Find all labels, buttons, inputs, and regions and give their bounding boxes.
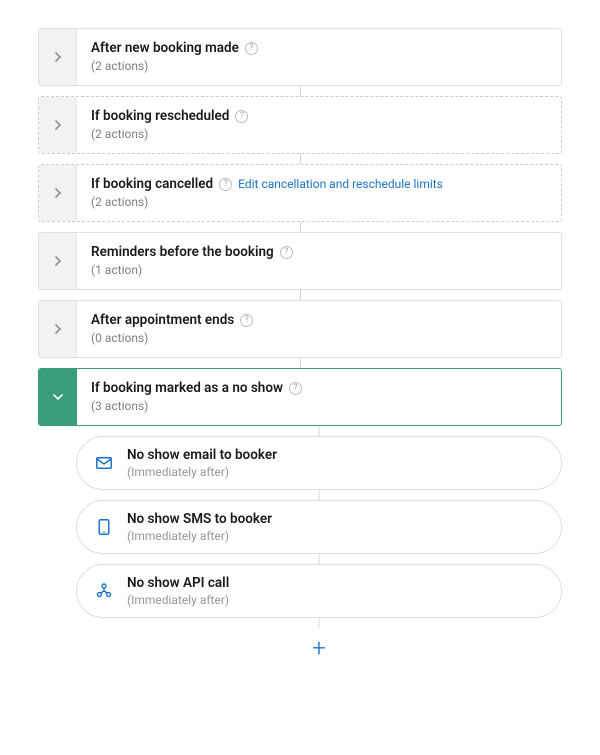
section-no-show[interactable]: If booking marked as a no show ? (3 acti…: [38, 368, 562, 426]
chevron-right-icon: [54, 52, 62, 62]
section-body: If booking cancelled ? Edit cancellation…: [77, 165, 561, 221]
section-title: If booking marked as a no show: [91, 380, 283, 396]
help-icon[interactable]: ?: [235, 110, 248, 123]
help-icon[interactable]: ?: [289, 382, 302, 395]
section-rescheduled[interactable]: If booking rescheduled ? (2 actions): [38, 96, 562, 154]
plus-icon: +: [312, 634, 326, 662]
section-subtitle: (1 action): [91, 263, 547, 277]
connector-line: [300, 86, 301, 96]
action-subtitle: (Immediately after): [127, 465, 277, 479]
action-title: No show API call: [127, 575, 229, 591]
section-title: After appointment ends: [91, 312, 234, 328]
connector-line: [319, 618, 320, 628]
email-icon: [95, 457, 113, 469]
section-title: If booking rescheduled: [91, 108, 229, 124]
help-icon[interactable]: ?: [245, 42, 258, 55]
section-subtitle: (2 actions): [91, 195, 547, 209]
action-title: No show email to booker: [127, 447, 277, 463]
section-title: If booking cancelled: [91, 176, 213, 192]
section-title: After new booking made: [91, 40, 239, 56]
chevron-right-icon: [54, 120, 62, 130]
collapse-toggle[interactable]: [39, 369, 77, 425]
chevron-right-icon: [54, 188, 62, 198]
section-title: Reminders before the booking: [91, 244, 274, 260]
chevron-right-icon: [54, 256, 62, 266]
connector-line: [300, 358, 301, 368]
action-subtitle: (Immediately after): [127, 529, 272, 543]
expand-toggle[interactable]: [39, 97, 77, 153]
action-no-show-sms[interactable]: No show SMS to booker (Immediately after…: [76, 500, 562, 554]
connector-line: [300, 290, 301, 300]
section-subtitle: (2 actions): [91, 59, 547, 73]
expand-toggle[interactable]: [39, 165, 77, 221]
section-body: After appointment ends ? (0 actions): [77, 301, 561, 357]
action-title: No show SMS to booker: [127, 511, 272, 527]
connector-line: [300, 222, 301, 232]
section-cancelled[interactable]: If booking cancelled ? Edit cancellation…: [38, 164, 562, 222]
api-icon: [95, 583, 113, 599]
workflow-sections: After new booking made ? (2 actions) If …: [38, 28, 562, 662]
action-no-show-api[interactable]: No show API call (Immediately after): [76, 564, 562, 618]
expand-toggle[interactable]: [39, 233, 77, 289]
chevron-down-icon: [53, 393, 63, 401]
connector-line: [300, 154, 301, 164]
section-new-booking[interactable]: After new booking made ? (2 actions): [38, 28, 562, 86]
expand-toggle[interactable]: [39, 29, 77, 85]
section-body: If booking rescheduled ? (2 actions): [77, 97, 561, 153]
section-reminders[interactable]: Reminders before the booking ? (1 action…: [38, 232, 562, 290]
section-appointment-ends[interactable]: After appointment ends ? (0 actions): [38, 300, 562, 358]
section-body: After new booking made ? (2 actions): [77, 29, 561, 85]
connector-line: [319, 426, 320, 436]
connector-line: [319, 490, 320, 500]
chevron-right-icon: [54, 324, 62, 334]
action-subtitle: (Immediately after): [127, 593, 229, 607]
connector-line: [319, 554, 320, 564]
help-icon[interactable]: ?: [219, 178, 232, 191]
section-subtitle: (3 actions): [91, 399, 547, 413]
phone-icon: [95, 519, 113, 535]
section-body: Reminders before the booking ? (1 action…: [77, 233, 561, 289]
add-action-button[interactable]: +: [76, 628, 562, 662]
help-icon[interactable]: ?: [240, 314, 253, 327]
edit-limits-link[interactable]: Edit cancellation and reschedule limits: [238, 177, 443, 191]
section-subtitle: (0 actions): [91, 331, 547, 345]
section-subtitle: (2 actions): [91, 127, 547, 141]
action-no-show-email[interactable]: No show email to booker (Immediately aft…: [76, 436, 562, 490]
help-icon[interactable]: ?: [280, 246, 293, 259]
section-body: If booking marked as a no show ? (3 acti…: [77, 369, 561, 425]
expand-toggle[interactable]: [39, 301, 77, 357]
